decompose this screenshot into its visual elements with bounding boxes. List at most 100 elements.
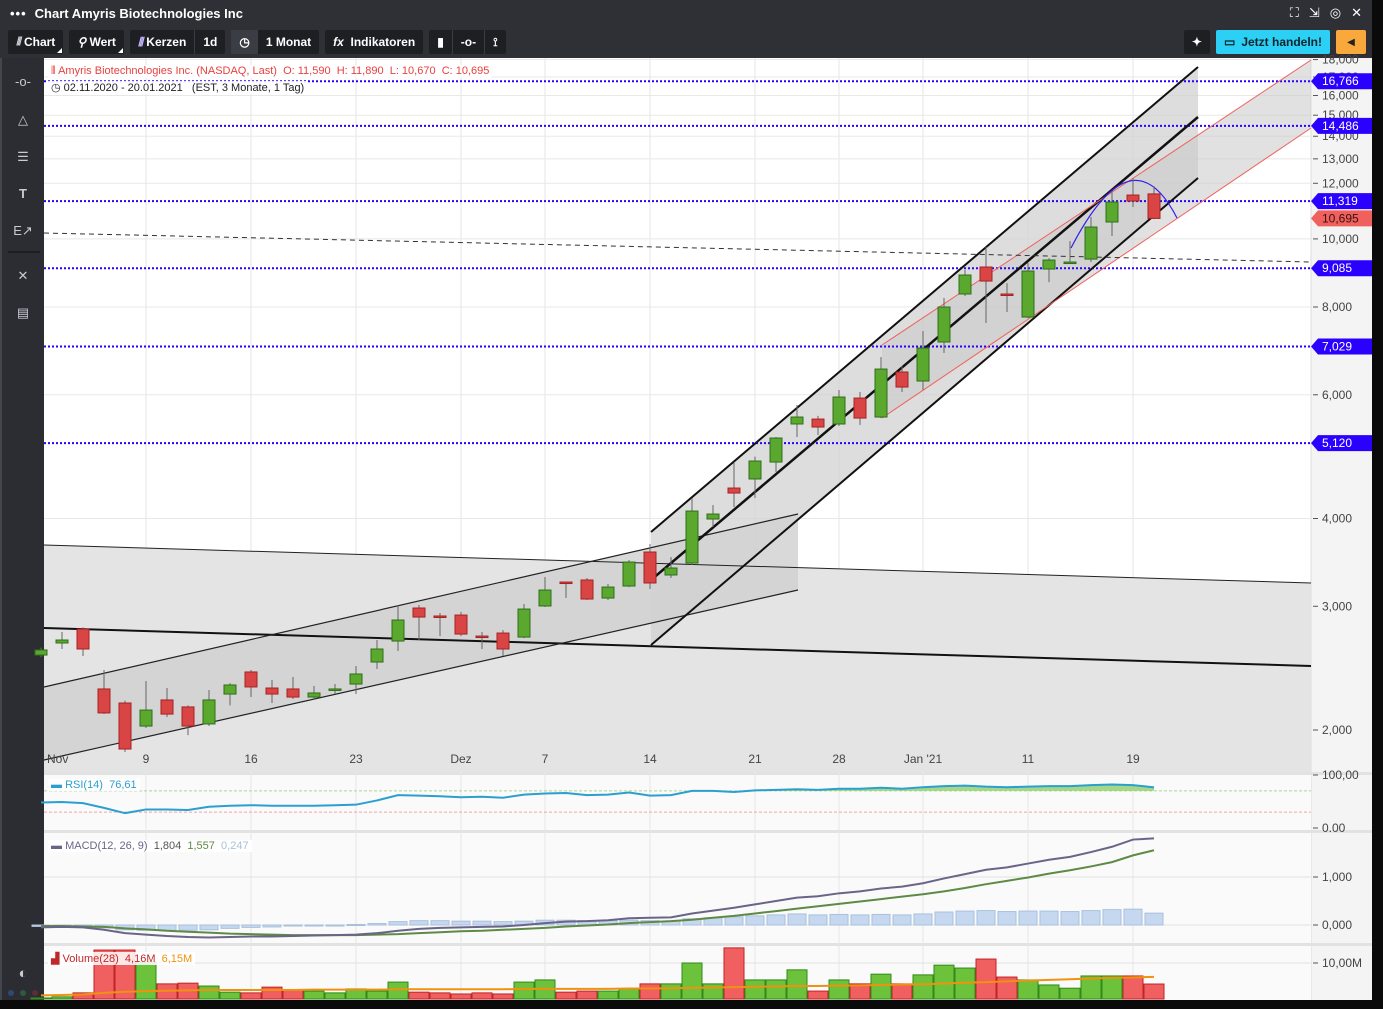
candle-body[interactable] bbox=[76, 628, 90, 650]
candle-body[interactable] bbox=[874, 368, 888, 418]
candle-body[interactable] bbox=[664, 567, 678, 576]
volume-bar bbox=[387, 981, 409, 1000]
volume-bar bbox=[219, 991, 241, 1000]
candle-body[interactable] bbox=[118, 702, 132, 750]
candle-body[interactable] bbox=[727, 487, 741, 494]
candle-body[interactable] bbox=[139, 709, 153, 727]
volume-bar bbox=[261, 986, 283, 1000]
macd-histogram-bar bbox=[367, 923, 387, 926]
candle-body[interactable] bbox=[790, 416, 804, 425]
macd-hist-value: 0,247 bbox=[221, 840, 249, 852]
candle-body[interactable] bbox=[475, 635, 489, 639]
candle-body[interactable] bbox=[433, 615, 447, 618]
candle-body[interactable] bbox=[1084, 226, 1098, 260]
candle-body[interactable] bbox=[307, 692, 321, 698]
range-info: (EST, 3 Monate, 1 Tag) bbox=[191, 82, 305, 94]
macd-histogram-bar bbox=[388, 921, 408, 926]
candle-body[interactable] bbox=[748, 460, 762, 480]
candle-body[interactable] bbox=[202, 699, 216, 725]
candle-body[interactable] bbox=[286, 688, 300, 698]
macd-histogram-bar bbox=[472, 920, 492, 926]
y-tick-label: 10,000 bbox=[1322, 232, 1359, 246]
candle-body[interactable] bbox=[370, 648, 384, 663]
candle-body[interactable] bbox=[34, 649, 48, 656]
rsi-panel-bg bbox=[44, 775, 1311, 830]
candle-body[interactable] bbox=[832, 396, 846, 425]
candle-body[interactable] bbox=[55, 639, 69, 644]
candle-body[interactable] bbox=[895, 371, 909, 388]
y-tick-label: 2,000 bbox=[1322, 723, 1352, 737]
candle-body[interactable] bbox=[958, 274, 972, 295]
candle-body[interactable] bbox=[391, 619, 405, 642]
candle-body[interactable] bbox=[580, 579, 594, 600]
macd-histogram-bar bbox=[850, 914, 870, 926]
y-tick-label: 12,000 bbox=[1322, 176, 1359, 190]
volume-bar bbox=[30, 997, 52, 1000]
candle-body[interactable] bbox=[265, 687, 279, 695]
macd-tick-label: 1,000 bbox=[1322, 870, 1352, 884]
x-axis-label: Nov bbox=[47, 752, 68, 766]
candle-body[interactable] bbox=[496, 632, 510, 650]
volume-bar bbox=[555, 991, 577, 1000]
candle-body[interactable] bbox=[1063, 261, 1077, 265]
candle-body[interactable] bbox=[916, 347, 930, 382]
price-level-label: 14,486 bbox=[1322, 119, 1359, 133]
candle-body[interactable] bbox=[244, 671, 258, 688]
candle-body[interactable] bbox=[685, 510, 699, 564]
candle-body[interactable] bbox=[853, 397, 867, 419]
candle-body[interactable] bbox=[97, 688, 111, 714]
candle-body[interactable] bbox=[1105, 201, 1119, 223]
candle-body[interactable] bbox=[454, 614, 468, 635]
candle-body[interactable] bbox=[1126, 194, 1140, 202]
candle-body[interactable] bbox=[1021, 270, 1035, 318]
volume-bar bbox=[1038, 984, 1060, 1000]
macd-histogram-bar bbox=[283, 924, 303, 927]
volume-bar bbox=[198, 985, 220, 1000]
volume-bar bbox=[597, 990, 619, 1000]
ohlc-close: C: 10,695 bbox=[441, 65, 490, 77]
candle-body[interactable] bbox=[160, 699, 174, 715]
candle-body[interactable] bbox=[979, 266, 993, 282]
candle-body[interactable] bbox=[811, 418, 825, 428]
volume-bar bbox=[282, 989, 304, 1000]
x-axis-label: 7 bbox=[542, 752, 549, 766]
volume-bar bbox=[450, 993, 472, 1000]
candle-body[interactable] bbox=[349, 673, 363, 685]
candle-body[interactable] bbox=[538, 589, 552, 607]
volume-bar bbox=[1122, 975, 1144, 1000]
volume-bar bbox=[891, 983, 913, 1000]
y-tick-label: 3,000 bbox=[1322, 599, 1352, 613]
candle-body[interactable] bbox=[412, 607, 426, 618]
volume-bar bbox=[366, 990, 388, 1000]
candle-body[interactable] bbox=[622, 561, 636, 587]
volume-bar bbox=[1143, 983, 1165, 1000]
candle-body[interactable] bbox=[937, 306, 951, 343]
macd-histogram-bar bbox=[262, 924, 282, 928]
volume-bar bbox=[429, 992, 451, 1000]
macd-histogram-bar bbox=[766, 914, 786, 926]
candle-body[interactable] bbox=[769, 437, 783, 463]
price-level-label: 7,029 bbox=[1322, 339, 1352, 353]
x-axis-label: 28 bbox=[832, 752, 846, 766]
volume-bar bbox=[513, 981, 535, 1000]
ohlc-low: L: 10,670 bbox=[389, 65, 436, 77]
volume-bar bbox=[933, 964, 955, 1000]
candle-body[interactable] bbox=[517, 608, 531, 638]
candle-body[interactable] bbox=[1147, 193, 1161, 219]
clock-icon: ◷ bbox=[51, 82, 61, 94]
volume-bar bbox=[765, 979, 787, 1000]
candle-body[interactable] bbox=[601, 586, 615, 599]
candle-body[interactable] bbox=[181, 706, 195, 727]
volume-bar bbox=[471, 992, 493, 1000]
volume-bar bbox=[807, 990, 829, 1000]
candle-body[interactable] bbox=[223, 684, 237, 695]
x-axis-label: 21 bbox=[748, 752, 762, 766]
candle-body[interactable] bbox=[1000, 293, 1014, 297]
volume-bar bbox=[870, 973, 892, 1000]
candle-body[interactable] bbox=[559, 581, 573, 585]
candle-body[interactable] bbox=[328, 688, 342, 691]
candle-body[interactable] bbox=[1042, 259, 1056, 270]
candle-body[interactable] bbox=[706, 513, 720, 520]
chart-canvas[interactable]: 2,000 3,000 4,000 6,000 8,000 10,000 12,000 13,… bbox=[0, 0, 1383, 1009]
candle-body[interactable] bbox=[643, 551, 657, 584]
